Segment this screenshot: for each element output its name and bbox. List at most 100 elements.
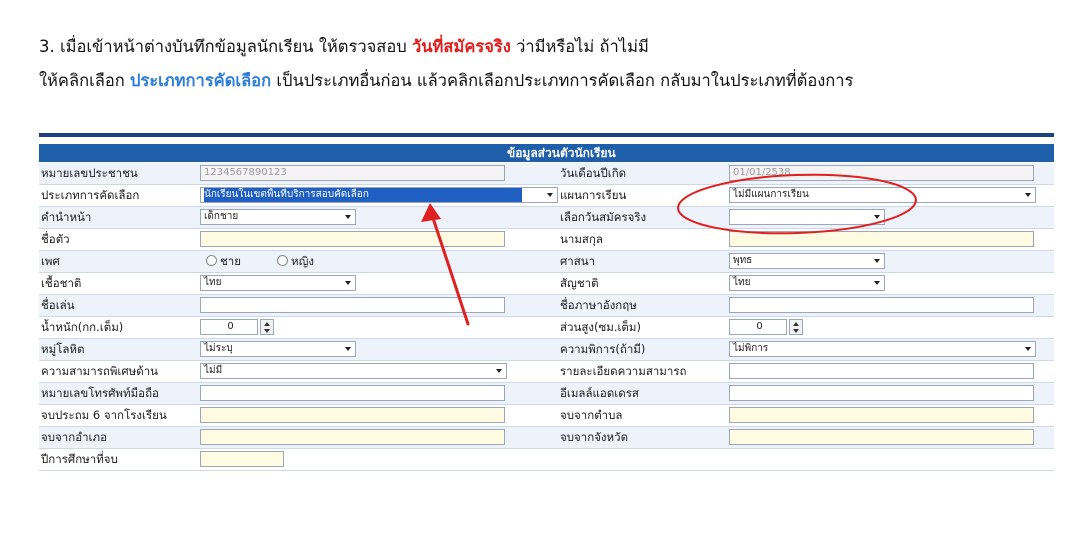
label-district: จบจากอำเภอ [41,430,107,444]
label-study-plan: แผนการเรียน [560,188,627,202]
prefix-value: เด็กชาย [204,211,239,222]
form-row: ความสามารถพิเศษด้าน ไม่มี รายละเอียดความ… [39,361,1054,383]
label-ability-detail: รายละเอียดความสามารถ [560,364,687,378]
form-row: จบจากอำเภอ จบจากจังหวัด [39,427,1054,449]
form-row: ชื่อตัว นามสกุล [39,229,1054,251]
label-selection-type: ประเภทการคัดเลือก [41,188,140,202]
label-ethnicity: เชื้อชาติ [41,276,82,290]
instruction-text: ให้คลิกเลือก [39,71,130,90]
radio-icon [206,255,217,266]
selection-type-select[interactable]: นักเรียนในเขตพื้นที่บริการสอบคัดเลือก [200,187,558,203]
district-input[interactable] [200,429,505,445]
label-primary-school: จบประถม 6 จากโรงเรียน [41,408,167,422]
form-row: ชื่อเล่น ชื่อภาษาอังกฤษ [39,295,1054,317]
height-input[interactable]: 0 [729,319,787,335]
highlight-selection-type: ประเภทการคัดเลือก [129,71,272,90]
religion-value: พุทธ [733,255,753,266]
prefix-select[interactable]: เด็กชาย [200,209,356,225]
form-title: ข้อมูลส่วนตัวนักเรียน [507,146,616,160]
chevron-down-icon [874,215,880,219]
label-last-name: นามสกุล [560,232,603,246]
chevron-down-icon [345,215,351,219]
label-prefix: คำนำหน้า [41,210,92,224]
label-mobile-phone: หมายเลขโทรศัพท์มือถือ [41,386,159,400]
gender-radio-female[interactable]: หญิง [277,251,314,272]
form-row: เพศ ชาย หญิง ศาสนา พุทธ [39,251,1054,273]
blood-type-value: ไม่ระบุ [204,343,233,354]
label-apply-date: เลือกวันสมัครจริง [560,210,647,224]
nationality-value: ไทย [733,277,751,288]
chevron-down-icon [874,259,880,263]
gender-male-label: ชาย [220,254,242,268]
study-plan-select[interactable]: ไม่มีแผนการเรียน [729,187,1036,203]
label-english-name: ชื่อภาษาอังกฤษ [560,298,637,312]
chevron-down-icon [874,281,880,285]
form-row: น้ำหนัก(กก.เต็ม) 0 ส่วนสูง(ซม.เต็ม) 0 [39,317,1054,339]
label-disability: ความพิการ(ถ้ามี) [560,342,646,356]
weight-spinner[interactable] [260,319,274,335]
label-religion: ศาสนา [560,254,596,268]
chevron-down-icon [345,281,351,285]
form-row: เชื้อชาติ ไทย สัญชาติ ไทย [39,273,1054,295]
chevron-down-icon [496,369,502,373]
disability-value: ไม่พิการ [733,343,769,354]
student-form-panel: ข้อมูลส่วนตัวนักเรียน หมายเลขประชาชน 123… [39,133,1054,505]
ethnicity-select[interactable]: ไทย [200,275,356,291]
chevron-down-icon [547,193,553,197]
form-top-spacer [39,137,1054,144]
special-ability-value: ไม่มี [204,365,223,376]
label-birth-date: วันเดือนปีเกิด [560,166,627,180]
form-row: จบประถม 6 จากโรงเรียน จบจากตำบล [39,405,1054,427]
religion-select[interactable]: พุทธ [729,253,885,269]
nickname-input[interactable] [200,297,505,313]
graduation-year-input[interactable] [200,451,284,467]
apply-date-select[interactable] [729,209,885,225]
special-ability-select[interactable]: ไม่มี [200,363,507,379]
form-row: ประเภทการคัดเลือก นักเรียนในเขตพื้นที่บร… [39,185,1054,207]
ability-detail-input[interactable] [729,363,1034,379]
subdistrict-input[interactable] [729,407,1034,423]
label-special-ability: ความสามารถพิเศษด้าน [41,364,159,378]
last-name-input[interactable] [729,231,1034,247]
province-input[interactable] [729,429,1034,445]
selection-type-value: นักเรียนในเขตพื้นที่บริการสอบคัดเลือก [204,188,522,202]
first-name-input[interactable] [200,231,505,247]
mobile-phone-input[interactable] [200,385,505,401]
gender-female-label: หญิง [291,254,314,268]
height-spinner[interactable] [789,319,803,335]
label-blood-type: หมู่โลหิต [41,342,85,356]
radio-icon [277,255,288,266]
form-header: ข้อมูลส่วนตัวนักเรียน [39,144,1054,162]
chevron-down-icon [345,347,351,351]
form-rows: หมายเลขประชาชน 1234567890123 วันเดือนปีเ… [39,163,1054,471]
instruction-line-2: ให้คลิกเลือก ประเภทการคัดเลือก เป็นประเภ… [39,68,853,94]
blood-type-select[interactable]: ไม่ระบุ [200,341,356,357]
label-gender: เพศ [41,254,60,268]
nationality-select[interactable]: ไทย [729,275,885,291]
birth-date-field[interactable]: 01/01/2538 [729,165,1034,181]
instruction-text: เป็นประเภทอื่นก่อน แล้วคลิกเลือกประเภทกา… [271,71,854,90]
form-row: ปีการศึกษาที่จบ [39,449,1054,471]
highlight-apply-date: วันที่สมัครจริง [411,37,511,56]
weight-input[interactable]: 0 [200,319,258,335]
form-row: หมู่โลหิต ไม่ระบุ ความพิการ(ถ้ามี) ไม่พิ… [39,339,1054,361]
label-citizen-id: หมายเลขประชาชน [41,166,138,180]
citizen-id-field[interactable]: 1234567890123 [200,165,505,181]
chevron-down-icon [1025,193,1031,197]
gender-radio-male[interactable]: ชาย [206,251,241,272]
arrow-up-icon [264,322,270,326]
arrow-up-icon [793,322,799,326]
english-name-input[interactable] [729,297,1034,313]
form-row: หมายเลขโทรศัพท์มือถือ อีเมลล์แอดเดรส [39,383,1054,405]
primary-school-input[interactable] [200,407,505,423]
form-row: คำนำหน้า เด็กชาย เลือกวันสมัครจริง [39,207,1054,229]
instruction-text: ว่ามีหรือไม่ ถ้าไม่มี [510,37,649,56]
email-input[interactable] [729,385,1034,401]
disability-select[interactable]: ไม่พิการ [729,341,1036,357]
ethnicity-value: ไทย [204,277,222,288]
label-height: ส่วนสูง(ซม.เต็ม) [560,320,641,334]
form-row: หมายเลขประชาชน 1234567890123 วันเดือนปีเ… [39,163,1054,185]
arrow-down-icon [264,329,270,333]
chevron-down-icon [1025,347,1031,351]
label-first-name: ชื่อตัว [41,232,70,246]
